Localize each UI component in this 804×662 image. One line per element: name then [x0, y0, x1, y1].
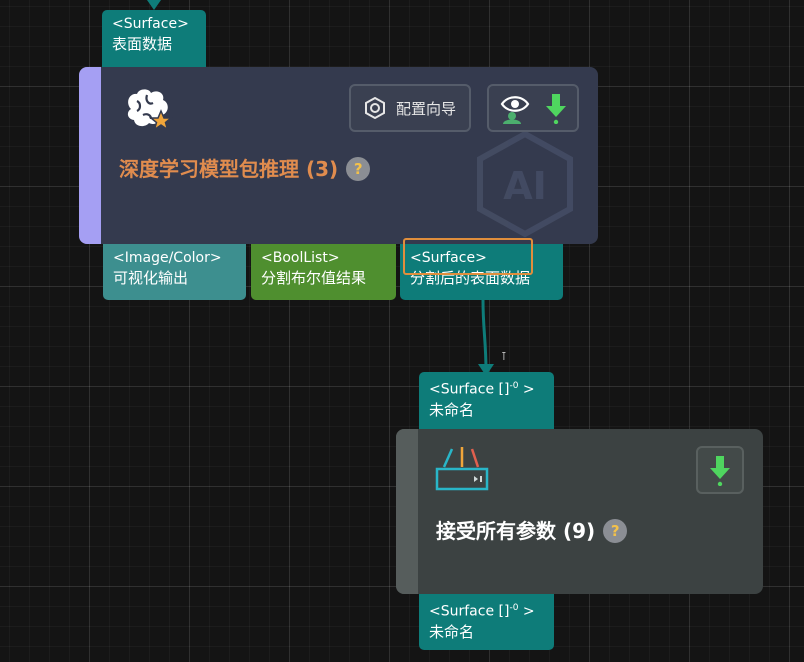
port-type: <BoolList> [261, 250, 340, 266]
watermark-text: AI [503, 164, 547, 208]
help-icon[interactable]: ? [346, 157, 371, 181]
connector-pin: ⊺ [501, 350, 507, 363]
node2-input-port[interactable]: <Surface []-0 > 未命名 [419, 372, 554, 429]
config-wizard-label: 配置向导 [395, 99, 456, 118]
node1-input-port[interactable]: <Surface> 表面数据 [102, 10, 206, 67]
port-name: 可视化输出 [113, 269, 189, 287]
port-type: <Surface> [112, 16, 189, 32]
eye-user-icon [500, 96, 530, 124]
accept-all-params-node[interactable]: 接受所有参数 (9)? [396, 429, 763, 594]
view-download-button[interactable] [487, 84, 579, 132]
hexagon-gear-icon [364, 97, 385, 119]
port-type: <Image/Color> [113, 250, 222, 266]
node-title: 深度学习模型包推理 (3)? [119, 153, 371, 182]
port-type: <Surface []-0 > [429, 603, 535, 620]
node-title-text: 深度学习模型包推理 (3) [119, 157, 339, 181]
port-name: 表面数据 [112, 35, 173, 53]
config-wizard-button[interactable]: 配置向导 [349, 84, 471, 132]
help-icon[interactable]: ? [603, 519, 628, 543]
port-name: 分割布尔值结果 [261, 269, 367, 287]
deep-learning-inference-node[interactable]: AI 配置向导 深度学习模型包推理 (3)? [79, 67, 598, 244]
port-name: 未命名 [429, 400, 475, 419]
router-icon [435, 447, 489, 491]
selected-port-highlight [403, 238, 533, 275]
port-name: 未命名 [429, 622, 475, 641]
brain-star-icon [127, 89, 174, 132]
download-arrow-icon [546, 94, 566, 124]
node2-output-port[interactable]: <Surface []-0 > 未命名 [419, 594, 554, 650]
node2-download-button[interactable] [696, 446, 744, 494]
node-title-text: 接受所有参数 (9) [436, 519, 596, 543]
download-arrow-icon [710, 456, 730, 486]
node-accent-stripe [396, 429, 418, 594]
node-accent-stripe [79, 67, 101, 244]
ai-watermark-icon: AI [477, 130, 573, 238]
node-title: 接受所有参数 (9)? [436, 515, 628, 544]
node1-output-port-boollist[interactable]: <BoolList> 分割布尔值结果 [251, 244, 396, 300]
node1-output-port-visual[interactable]: <Image/Color> 可视化输出 [103, 244, 246, 300]
port-type: <Surface []-0 > [429, 381, 535, 398]
